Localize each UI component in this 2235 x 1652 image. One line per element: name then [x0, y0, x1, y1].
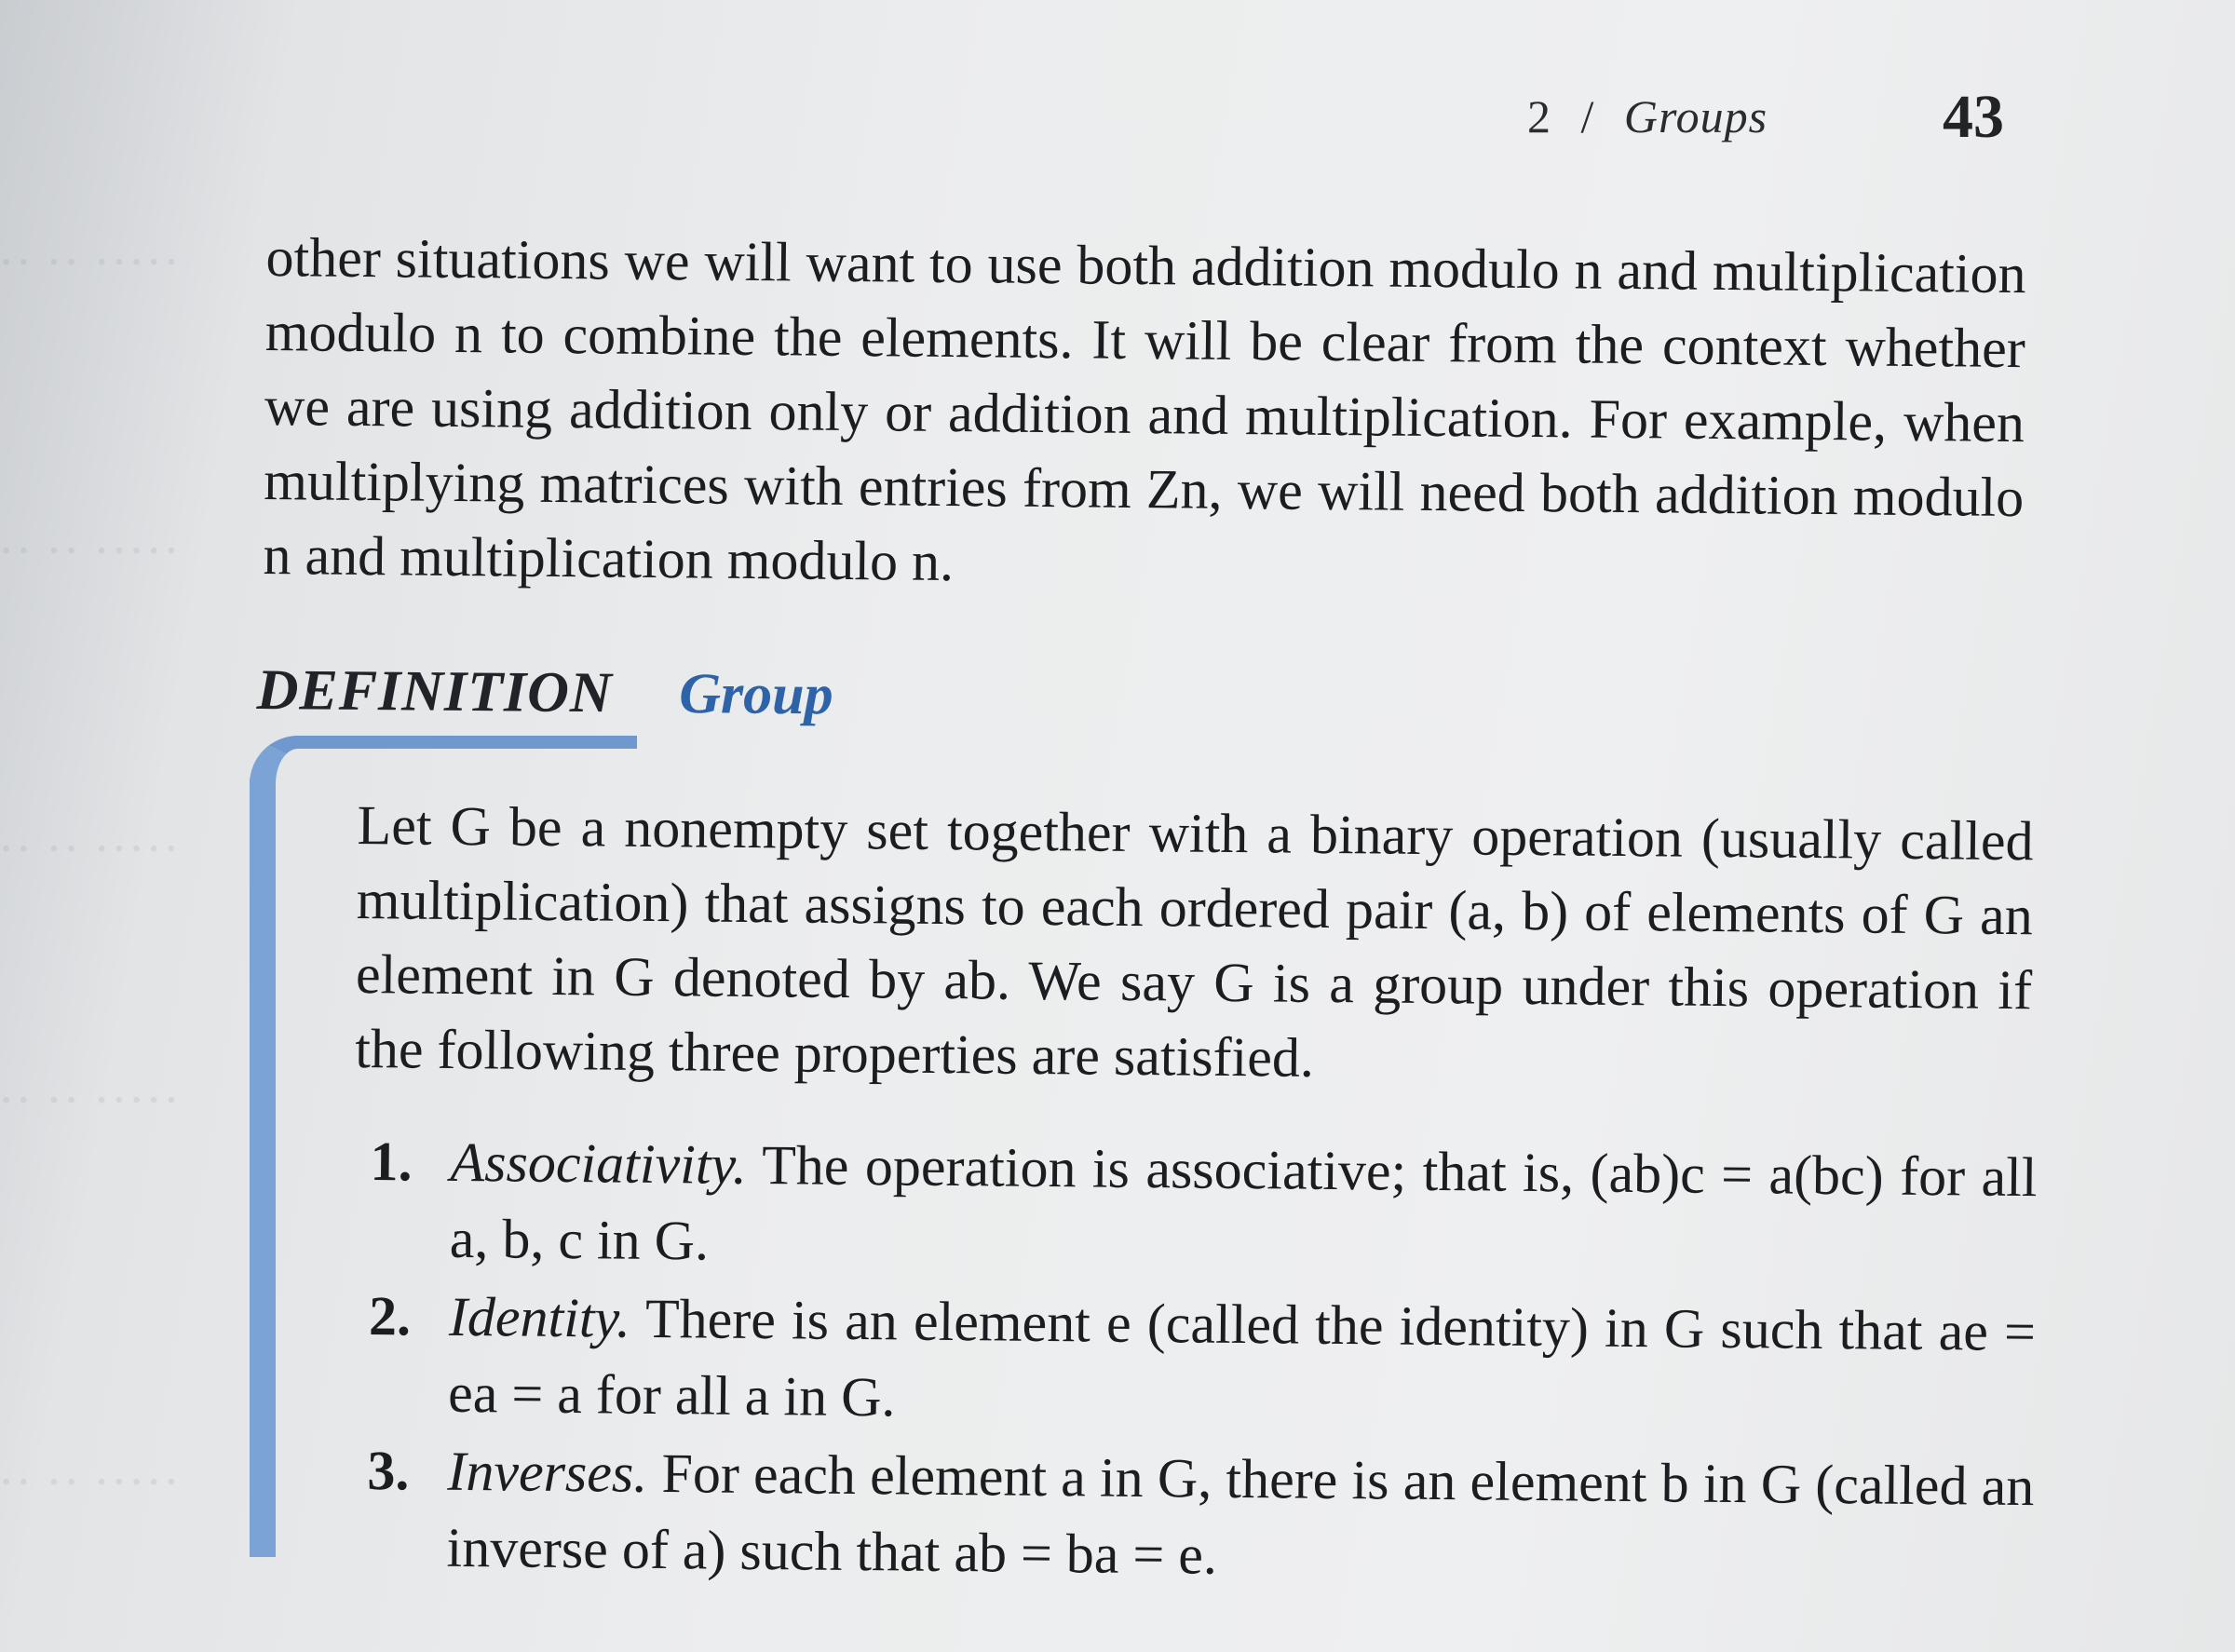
axiom-name: Inverses.: [447, 1440, 648, 1504]
show-through-texture: ···· ·· ·····: [0, 234, 181, 291]
intro-text: other situations we will want to use bot…: [263, 225, 2026, 593]
definition-term: Group: [678, 661, 833, 727]
axiom-inverses: 3. Inverses. For each element a in G, th…: [366, 1432, 2035, 1601]
definition-label: DEFINITION: [256, 657, 614, 725]
axiom-name: Associativity.: [450, 1131, 748, 1196]
axiom-number: 3.: [367, 1439, 410, 1502]
definition-box-left-rule: [250, 779, 276, 1557]
axiom-name: Identity.: [448, 1285, 631, 1349]
axiom-text: There is an element e (called the identi…: [447, 1287, 2037, 1429]
running-head-separator: /: [1580, 90, 1595, 142]
definition-box-top-rule: [294, 736, 637, 749]
intro-paragraph: other situations we will want to use bot…: [263, 220, 2026, 609]
axiom-number: 1.: [370, 1130, 413, 1193]
axiom-associativity: 1. Associativity. The operation is assoc…: [369, 1123, 2038, 1292]
definition-statement-text: Let G be a nonempty set together with a …: [354, 793, 2034, 1089]
axiom-number: 2.: [368, 1284, 412, 1347]
running-head: 2 / Groups: [1527, 89, 1768, 143]
section-title: Groups: [1623, 90, 1768, 142]
axiom-text: For each element a in G, there is an ele…: [446, 1442, 2035, 1586]
definition-heading: DEFINITION Group: [256, 657, 833, 728]
page-number: 43: [1943, 83, 2004, 151]
group-axioms-list: 1. Associativity. The operation is assoc…: [366, 1123, 2038, 1601]
chapter-number: 2: [1527, 90, 1551, 142]
textbook-page: ·· ·· ·· ··· ·· ·· ·· ·· · ·· ·· ···· · · · ·· ·…: [0, 0, 2235, 1652]
show-through-texture: ···· ·· ·····: [0, 522, 181, 580]
axiom-identity: 2. Identity. There is an element e (call…: [368, 1278, 2037, 1446]
show-through-texture: ···· ·· ·····: [0, 1072, 181, 1130]
definition-statement: Let G be a nonempty set together with a …: [355, 788, 2034, 1102]
show-through-texture: ···· ·· ·····: [0, 820, 181, 878]
show-through-texture: ···· ·· ·····: [0, 1454, 181, 1511]
